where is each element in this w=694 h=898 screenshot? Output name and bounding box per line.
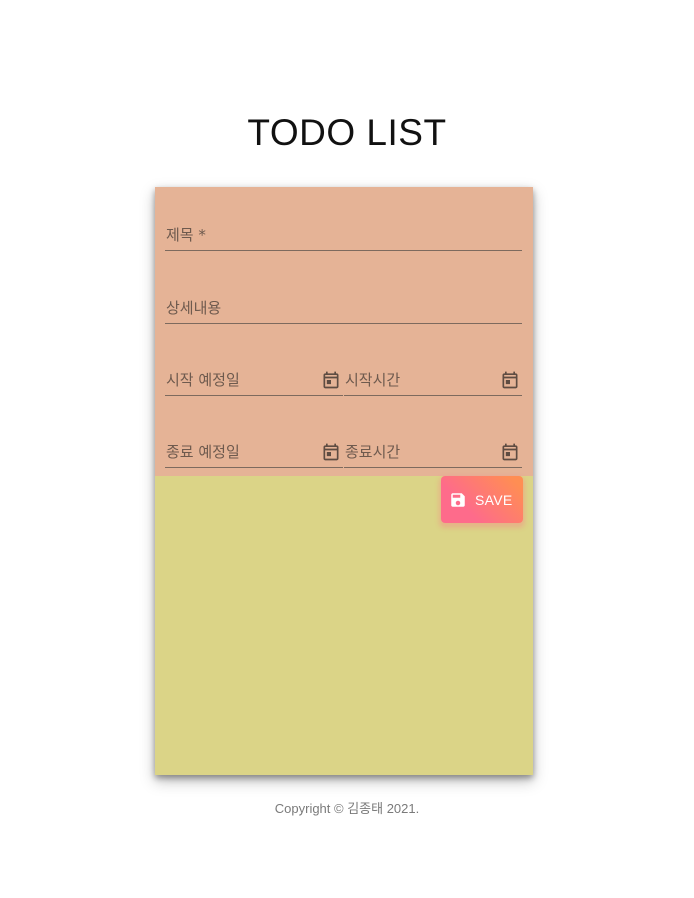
todo-card: 제목 * 상세내용 시작 예정일 시작시간 종료 예정일 종료시간 SAVE [155, 187, 533, 775]
calendar-icon[interactable] [500, 442, 520, 462]
detail-field-label: 상세내용 [166, 299, 222, 317]
title-field[interactable]: 제목 * [165, 222, 522, 251]
end-date-label: 종료 예정일 [166, 443, 240, 461]
save-icon [451, 493, 465, 507]
calendar-icon[interactable] [500, 370, 520, 390]
end-date-field[interactable]: 종료 예정일 [165, 439, 343, 468]
save-button-label: SAVE [475, 492, 513, 508]
todo-form: 제목 * 상세내용 시작 예정일 시작시간 종료 예정일 종료시간 [155, 187, 533, 476]
title-field-label: 제목 * [166, 226, 206, 244]
calendar-icon[interactable] [321, 370, 341, 390]
page-title: TODO LIST [247, 112, 447, 153]
end-time-label: 종료시간 [345, 443, 401, 461]
copyright-text: Copyright © 김종태 2021. [274, 801, 420, 816]
start-time-label: 시작시간 [345, 371, 401, 389]
calendar-icon[interactable] [321, 442, 341, 462]
detail-field[interactable]: 상세내용 [165, 295, 522, 324]
end-time-field[interactable]: 종료시간 [344, 439, 522, 468]
start-date-label: 시작 예정일 [166, 371, 240, 389]
start-date-field[interactable]: 시작 예정일 [165, 367, 343, 396]
save-button[interactable]: SAVE [441, 476, 523, 523]
start-time-field[interactable]: 시작시간 [344, 367, 522, 396]
